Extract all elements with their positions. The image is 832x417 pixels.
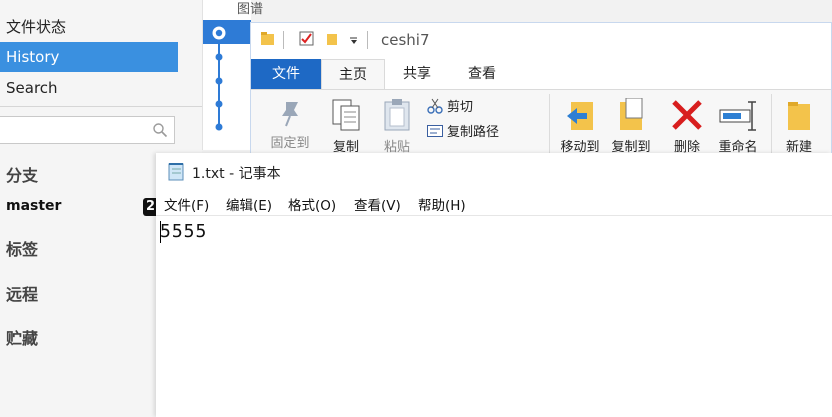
file-explorer-window: ceshi7 文件 主页 共享 查看 固定到 复制 粘贴 剪切 复制路径 移动到…	[250, 22, 832, 163]
commit-node[interactable]	[215, 100, 223, 108]
branch-master[interactable]: master	[6, 198, 61, 214]
tab-file[interactable]: 文件	[251, 59, 321, 89]
copy-path-icon	[427, 124, 443, 137]
menu-file[interactable]: 文件(F)	[164, 194, 209, 214]
paste-button[interactable]: 粘贴	[375, 98, 419, 155]
copy-to-button[interactable]: 复制到	[607, 98, 655, 155]
move-to-button[interactable]: 移动到	[555, 98, 605, 155]
pin-icon	[282, 102, 298, 127]
copy-path-button[interactable]: 复制路径	[427, 121, 499, 140]
properties-checkbox-icon[interactable]	[299, 31, 315, 47]
rename-button[interactable]: 重命名	[713, 98, 763, 155]
graph-lines	[212, 26, 226, 131]
menu-view[interactable]: 查看(V)	[354, 194, 401, 214]
copy-button[interactable]: 复制	[325, 98, 367, 155]
nav-history[interactable]: History	[0, 42, 178, 72]
tab-share[interactable]: 共享	[385, 59, 449, 89]
text-caret	[160, 221, 161, 243]
commit-node[interactable]	[215, 53, 223, 61]
pin-label: 固定到	[270, 136, 310, 151]
section-branches[interactable]: 分支	[6, 162, 38, 186]
section-remotes[interactable]: 远程	[6, 281, 38, 305]
nav-file-status[interactable]: 文件状态	[0, 12, 178, 42]
folder-icon	[788, 102, 810, 130]
tab-home[interactable]: 主页	[321, 59, 385, 89]
notepad-menubar: 文件(F) 编辑(E) 格式(O) 查看(V) 帮助(H)	[156, 191, 832, 216]
section-tags[interactable]: 标签	[6, 236, 38, 260]
search-icon	[153, 123, 168, 138]
pin-to-quick-access-button[interactable]: 固定到	[265, 98, 315, 151]
notepad-text-area[interactable]: 5555	[160, 221, 207, 242]
notepad-titlebar[interactable]: 1.txt - 记事本	[156, 153, 832, 187]
menu-format[interactable]: 格式(O)	[288, 194, 336, 214]
quick-access-toolbar: ceshi7	[251, 23, 831, 59]
rename-icon	[719, 101, 756, 131]
tab-view[interactable]: 查看	[449, 59, 515, 89]
ribbon-divider	[771, 94, 772, 158]
notepad-window: 1.txt - 记事本 文件(F) 编辑(E) 格式(O) 查看(V) 帮助(H…	[156, 153, 832, 417]
copy-to-icon	[620, 98, 643, 130]
commit-node[interactable]	[215, 123, 223, 131]
explorer-address: ceshi7	[381, 31, 430, 49]
cut-button[interactable]: 剪切	[427, 96, 473, 115]
sidebar-divider	[0, 106, 202, 107]
notepad-icon	[168, 163, 184, 181]
new-folder-button[interactable]: 新建	[779, 98, 819, 155]
commit-graph: 图谱	[202, 0, 263, 150]
scissors-icon	[427, 98, 443, 114]
delete-x-icon	[672, 100, 702, 130]
menu-edit[interactable]: 编辑(E)	[226, 194, 272, 214]
ribbon-divider	[549, 94, 550, 158]
notepad-title: 1.txt - 记事本	[192, 166, 281, 182]
clipboard-icon	[384, 99, 410, 131]
delete-button[interactable]: 删除	[667, 98, 707, 155]
commit-node[interactable]	[215, 77, 223, 85]
nav-search[interactable]: Search	[0, 73, 178, 103]
folder-icon	[261, 32, 274, 45]
chevron-down-icon[interactable]	[349, 37, 359, 45]
move-to-icon	[567, 102, 593, 130]
cut-label: 剪切	[447, 100, 474, 115]
section-stashes[interactable]: 贮藏	[6, 325, 38, 349]
copy-icon	[332, 99, 360, 131]
ribbon-tabs: 文件 主页 共享 查看	[251, 59, 831, 89]
menu-help[interactable]: 帮助(H)	[418, 194, 466, 214]
new-folder-icon[interactable]	[325, 32, 339, 46]
ribbon-home-panel: 固定到 复制 粘贴 剪切 复制路径 移动到 复制到 删除 重命名 新建	[251, 89, 831, 163]
copy-path-label: 复制路径	[447, 125, 500, 140]
sidebar-filter-input[interactable]	[0, 116, 175, 144]
